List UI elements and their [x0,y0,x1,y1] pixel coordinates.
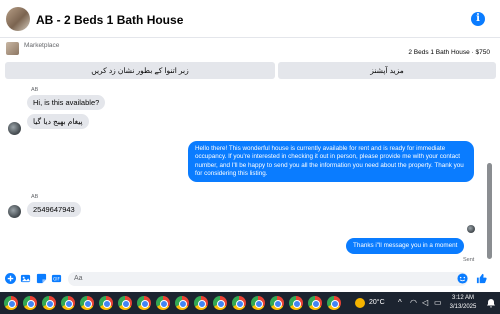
weather-temperature[interactable]: 20°C [369,299,385,306]
chrome-taskbar-icon[interactable] [289,296,303,310]
listing-avatar[interactable] [6,7,30,31]
chrome-taskbar-icon[interactable] [270,296,284,310]
listing-title-price[interactable]: 2 Beds 1 Bath House · $750 [408,49,490,56]
marketplace-label: Marketplace [24,42,60,49]
mark-as-pending-button[interactable]: زبر اتنوا کے بطور نشان زد کریں [5,62,275,79]
chrome-taskbar-icon[interactable] [251,296,265,310]
marketplace-thumbnail[interactable] [6,42,19,55]
emoji-icon[interactable] [457,273,468,284]
message-status: Sent [463,257,475,263]
clock-date[interactable]: 3/13/2025 [445,304,481,310]
chrome-taskbar-icon[interactable] [80,296,94,310]
incoming-message[interactable]: Hi, is this available? [27,95,106,110]
message-composer: GIF Aa [0,268,500,290]
chrome-taskbar-icon[interactable] [4,296,18,310]
clock-time[interactable]: 3:12 AM [445,295,481,301]
image-icon[interactable] [20,273,31,284]
chevron-up-icon[interactable]: ^ [398,298,402,307]
chrome-taskbar-icon[interactable] [61,296,75,310]
chrome-taskbar-icon[interactable] [175,296,189,310]
message-sender: AB [31,194,39,200]
volume-icon[interactable]: ◁ [422,298,428,307]
chrome-taskbar-icon[interactable] [213,296,227,310]
sender-avatar[interactable] [8,205,21,218]
chrome-taskbar-icon[interactable] [308,296,322,310]
chrome-taskbar-icon[interactable] [99,296,113,310]
incoming-message[interactable]: 2549647943 [27,202,81,217]
message-thread[interactable]: AB Hi, is this available? پیغام بھیج دیا… [0,84,500,265]
info-icon[interactable]: i [471,12,485,26]
chrome-taskbar-icon[interactable] [118,296,132,310]
battery-icon[interactable]: ▭ [434,298,442,307]
seen-avatar [467,225,475,233]
chrome-taskbar-icon[interactable] [23,296,37,310]
notification-bell-icon[interactable] [486,298,496,308]
incoming-message[interactable]: پیغام بھیج دیا گیا [27,114,89,129]
chrome-taskbar-icon[interactable] [137,296,151,310]
message-sender: AB [31,87,39,93]
thumbs-up-icon[interactable] [476,273,487,284]
sender-avatar[interactable] [8,122,21,135]
conversation-title[interactable]: AB - 2 Beds 1 Bath House [36,13,183,27]
more-options-button[interactable]: مزید آپشنز [278,62,496,79]
chrome-taskbar-icon[interactable] [156,296,170,310]
svg-text:GIF: GIF [53,276,60,281]
weather-icon[interactable] [355,298,365,308]
outgoing-message[interactable]: Thanks i"ll message you in a moment [346,238,465,255]
wifi-icon[interactable]: ◠ [410,298,417,307]
chrome-taskbar-icon[interactable] [42,296,56,310]
chrome-taskbar-icon[interactable] [194,296,208,310]
gif-icon[interactable]: GIF [51,273,62,284]
plus-circle-icon[interactable] [5,273,16,284]
chrome-taskbar-icon[interactable] [232,296,246,310]
sticker-icon[interactable] [36,273,47,284]
outgoing-message[interactable]: Hello there! This wonderful house is cur… [188,141,474,183]
windows-taskbar: 20°C ^ ◠ ◁ ▭ 3:12 AM 3/13/2025 [0,292,500,314]
chrome-taskbar-icon[interactable] [327,296,341,310]
chat-scrollbar-thumb[interactable] [487,163,492,259]
message-input[interactable]: Aa [68,272,468,286]
conversation-header: AB - 2 Beds 1 Bath House i [0,0,500,38]
